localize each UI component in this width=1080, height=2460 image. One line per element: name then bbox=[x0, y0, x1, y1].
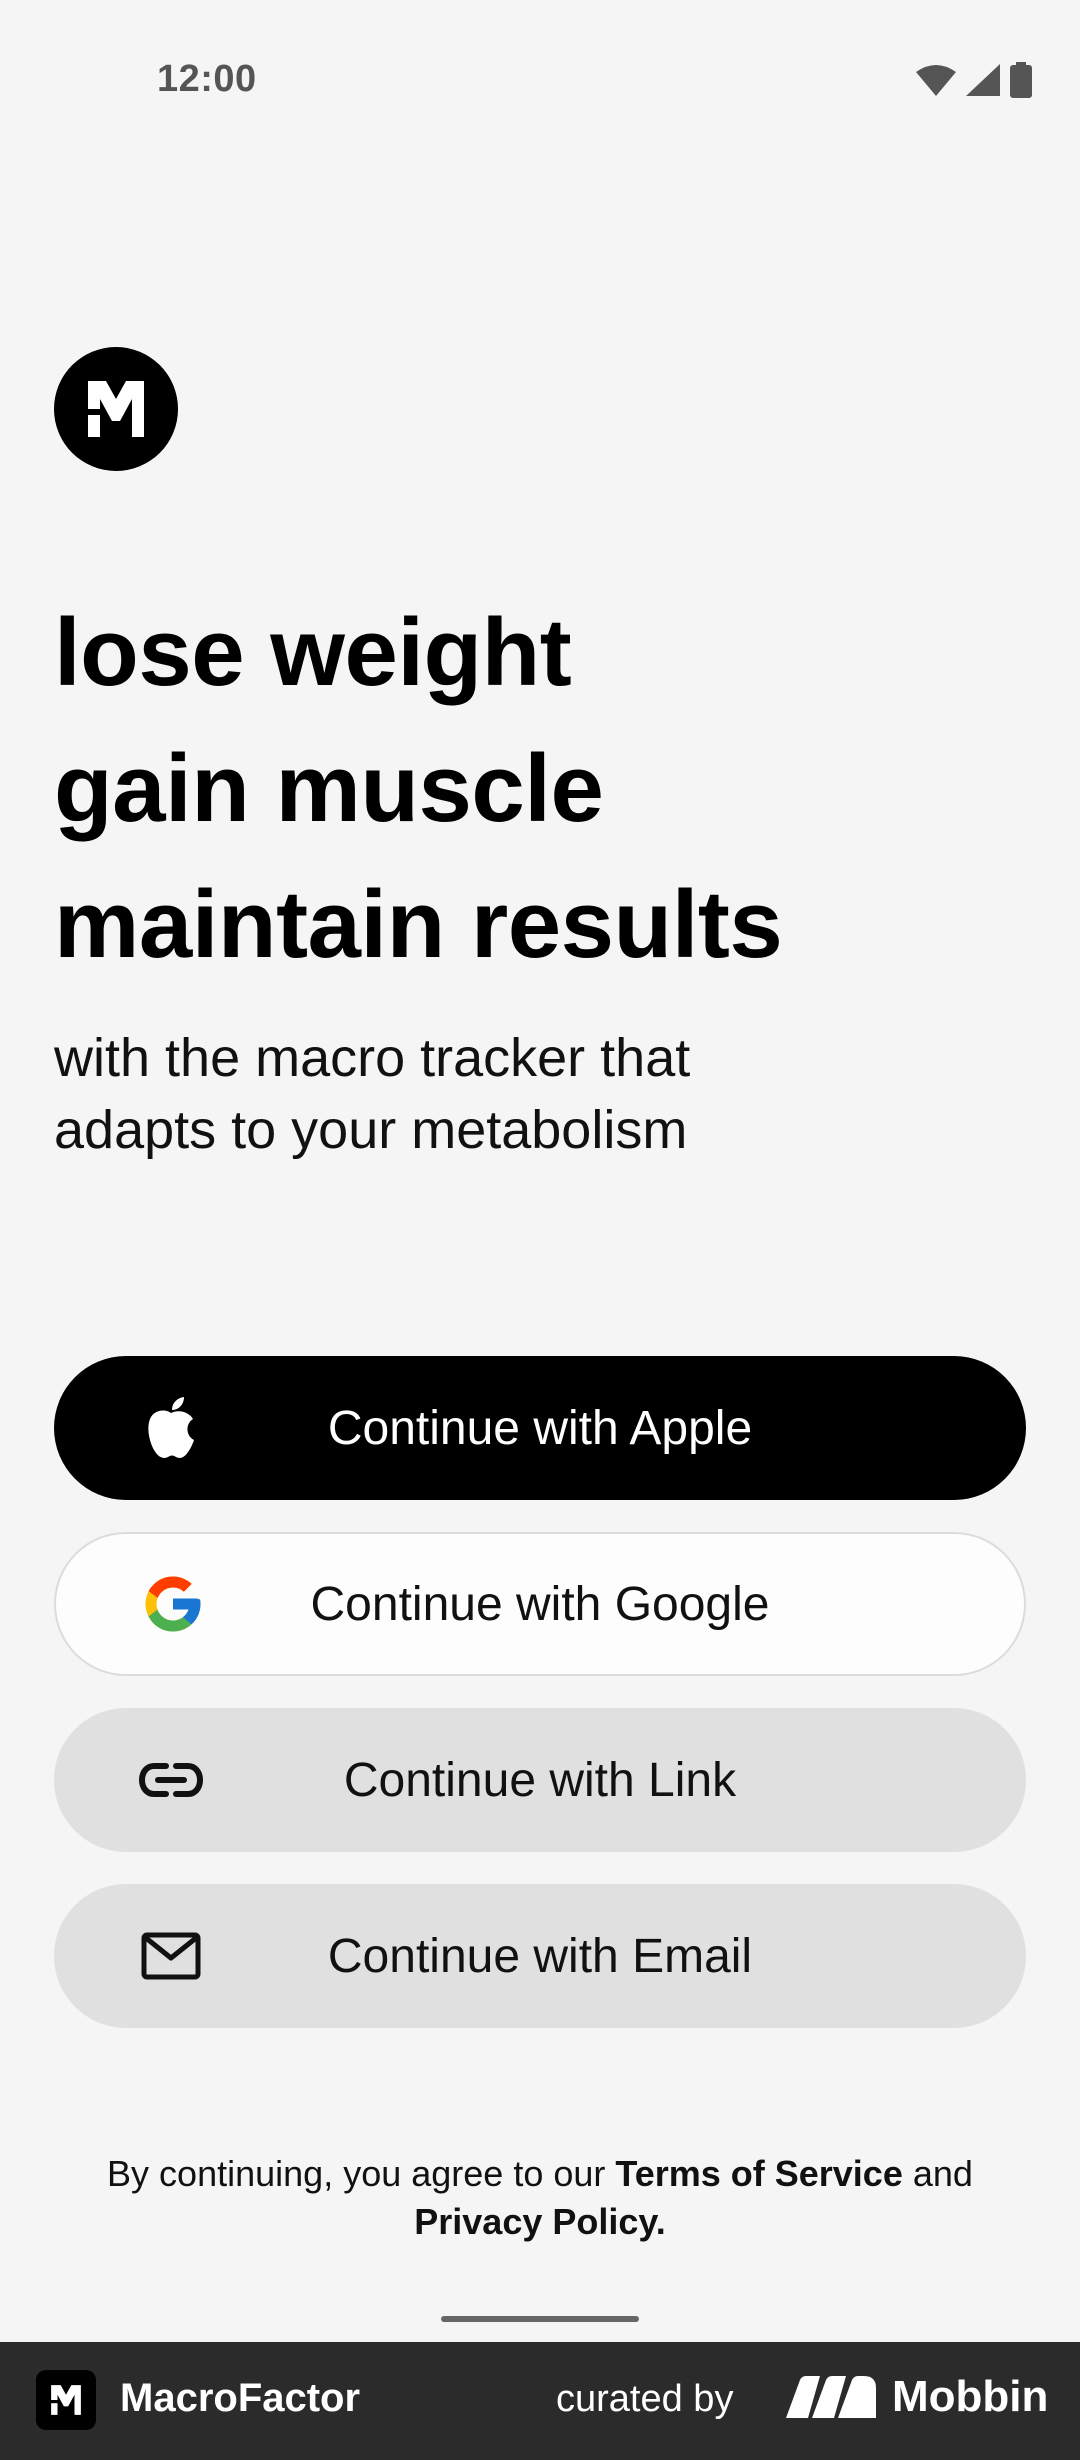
status-bar: 12:00 bbox=[0, 0, 1080, 160]
link-icon bbox=[136, 1745, 206, 1815]
subtitle-line-1: with the macro tracker that bbox=[54, 1028, 691, 1088]
continue-with-email-label: Continue with Email bbox=[327, 1929, 753, 1983]
subtitle: with the macro tracker that adapts to yo… bbox=[54, 1022, 1034, 1166]
continue-with-link-button[interactable]: Continue with Link bbox=[54, 1708, 1026, 1852]
footer-app-name: MacroFactor bbox=[120, 2376, 361, 2420]
macrofactor-logo-icon bbox=[54, 347, 178, 471]
footer-curated-by: curated by bbox=[556, 2378, 734, 2420]
mail-icon bbox=[136, 1921, 206, 1991]
continue-with-apple-label: Continue with Apple bbox=[327, 1401, 753, 1455]
google-icon bbox=[138, 1569, 208, 1639]
continue-with-apple-button[interactable]: Continue with Apple bbox=[54, 1356, 1026, 1500]
battery-icon bbox=[1010, 62, 1032, 98]
home-indicator[interactable] bbox=[441, 2316, 639, 2322]
cellular-signal-icon bbox=[966, 64, 1000, 96]
continue-with-link-label: Continue with Link bbox=[343, 1753, 737, 1807]
status-time: 12:00 bbox=[157, 58, 257, 100]
headline-line-2: gain muscle bbox=[54, 735, 604, 842]
footer-mobbin: Mobbin bbox=[892, 2372, 1049, 2421]
continue-with-google-button[interactable]: Continue with Google bbox=[54, 1532, 1026, 1676]
subtitle-line-2: adapts to your metabolism bbox=[54, 1100, 688, 1160]
mobbin-logo-icon bbox=[786, 2376, 876, 2423]
footer-bar: MacroFactor curated by Mobbin bbox=[0, 2342, 1080, 2460]
apple-icon bbox=[136, 1393, 206, 1463]
headline: lose weight gain muscle maintain results bbox=[54, 585, 1034, 993]
terms-of-service-link[interactable]: Terms of Service bbox=[615, 2153, 902, 2194]
wifi-icon bbox=[916, 64, 956, 96]
legal-and: and bbox=[902, 2153, 973, 2194]
status-icons bbox=[916, 62, 1032, 98]
headline-line-3: maintain results bbox=[54, 871, 783, 978]
continue-with-email-button[interactable]: Continue with Email bbox=[54, 1884, 1026, 2028]
macrofactor-app-icon bbox=[36, 2370, 96, 2430]
continue-with-google-label: Continue with Google bbox=[310, 1577, 770, 1631]
legal-prefix: By continuing, you agree to our bbox=[107, 2153, 616, 2194]
privacy-policy-link[interactable]: Privacy Policy. bbox=[414, 2201, 666, 2242]
legal-text: By continuing, you agree to our Terms of… bbox=[0, 2150, 1080, 2246]
headline-line-1: lose weight bbox=[54, 599, 572, 706]
